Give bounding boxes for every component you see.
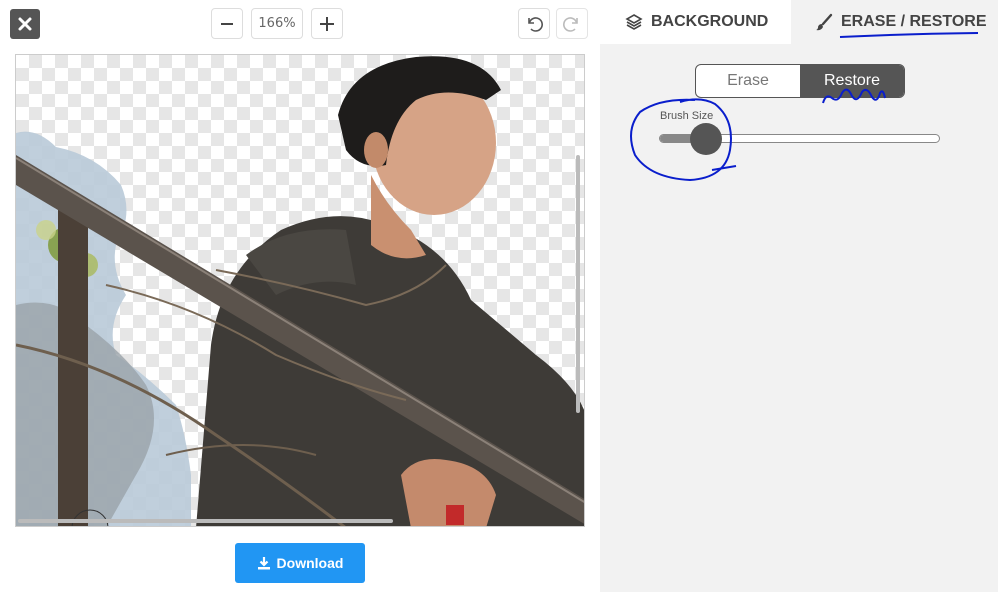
- vertical-scrollbar[interactable]: [576, 155, 580, 413]
- restore-mode-button[interactable]: Restore: [800, 65, 904, 97]
- redo-button[interactable]: [556, 8, 588, 39]
- edited-photo: [16, 56, 584, 526]
- redo-icon: [563, 16, 578, 32]
- horizontal-scrollbar[interactable]: [18, 519, 393, 523]
- brush-size-thumb[interactable]: [690, 123, 722, 155]
- download-icon: [257, 557, 270, 570]
- undo-icon: [528, 16, 543, 32]
- tab-background-label: BACKGROUND: [651, 13, 769, 30]
- tab-background[interactable]: BACKGROUND: [625, 0, 768, 44]
- minus-icon: [221, 22, 233, 25]
- zoom-in-button[interactable]: [311, 8, 343, 39]
- download-label: Download: [276, 555, 344, 571]
- brush-size-label: Brush Size: [660, 110, 714, 122]
- erase-mode-button[interactable]: Erase: [696, 65, 800, 97]
- brush-icon: [816, 13, 833, 31]
- download-button[interactable]: Download: [235, 543, 365, 583]
- layers-icon: [625, 14, 643, 30]
- tab-erase-restore[interactable]: ERASE / RESTORE: [791, 0, 998, 44]
- plus-icon: [320, 16, 334, 31]
- undo-button[interactable]: [518, 8, 550, 39]
- editor-window: 166% Download BACKGROUND ERASE / RESTORE…: [0, 0, 998, 592]
- close-icon: [18, 17, 32, 31]
- image-canvas[interactable]: [15, 54, 585, 527]
- close-button[interactable]: [10, 9, 40, 39]
- zoom-out-button[interactable]: [211, 8, 243, 39]
- zoom-level: 166%: [251, 8, 303, 39]
- tab-erase-restore-label: ERASE / RESTORE: [841, 13, 987, 30]
- mode-toggle: Erase Restore: [695, 64, 905, 98]
